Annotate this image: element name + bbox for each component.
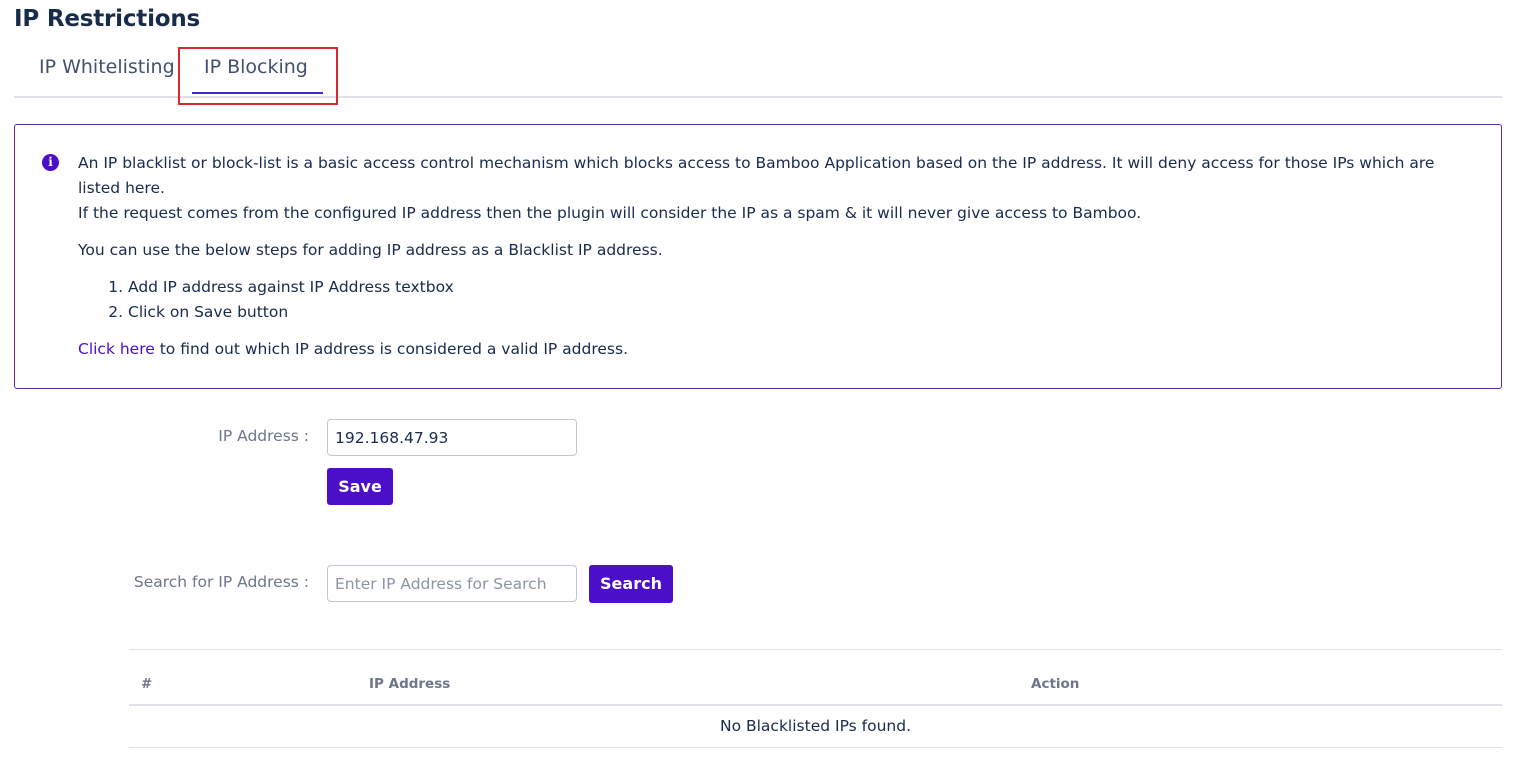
empty-table-message: No Blacklisted IPs found. bbox=[719, 717, 911, 735]
search-ip-input[interactable] bbox=[327, 565, 577, 602]
info-panel: i An IP blacklist or block-list is a bas… bbox=[14, 124, 1502, 389]
info-steps-intro: You can use the below steps for adding I… bbox=[78, 241, 663, 259]
click-here-link[interactable]: Click here bbox=[78, 340, 155, 358]
info-text: An IP blacklist or block-list is a basic… bbox=[78, 151, 1478, 362]
column-header-number: # bbox=[141, 676, 153, 692]
step-item: Click on Save button bbox=[128, 300, 1478, 325]
page-title: IP Restrictions bbox=[14, 6, 201, 32]
column-header-ip-address: IP Address bbox=[369, 676, 451, 692]
ip-address-label: IP Address : bbox=[218, 427, 309, 445]
valid-ip-note: Click here to find out which IP address … bbox=[78, 337, 1478, 362]
valid-ip-note-text: to find out which IP address is consider… bbox=[154, 340, 628, 358]
column-header-action: Action bbox=[1031, 676, 1080, 692]
info-icon: i bbox=[42, 154, 59, 171]
tab-ip-whitelisting[interactable]: IP Whitelisting bbox=[39, 56, 175, 78]
ip-restrictions-page: IP Restrictions IP Whitelisting IP Block… bbox=[0, 0, 1520, 763]
ip-address-input[interactable] bbox=[327, 419, 577, 456]
table-header: # IP Address Action bbox=[129, 650, 1502, 706]
blacklisted-ips-table: # IP Address Action No Blacklisted IPs f… bbox=[129, 649, 1502, 748]
info-description: An IP blacklist or block-list is a basic… bbox=[78, 154, 1435, 197]
save-button[interactable]: Save bbox=[327, 468, 393, 505]
tab-highlight-outline bbox=[178, 47, 338, 105]
table-row: No Blacklisted IPs found. bbox=[129, 706, 1502, 748]
steps-list: Add IP address against IP Address textbo… bbox=[128, 275, 1478, 325]
step-item: Add IP address against IP Address textbo… bbox=[128, 275, 1478, 300]
search-ip-label: Search for IP Address : bbox=[133, 573, 309, 591]
search-button[interactable]: Search bbox=[589, 565, 673, 603]
info-spam-note: If the request comes from the configured… bbox=[78, 204, 1142, 222]
